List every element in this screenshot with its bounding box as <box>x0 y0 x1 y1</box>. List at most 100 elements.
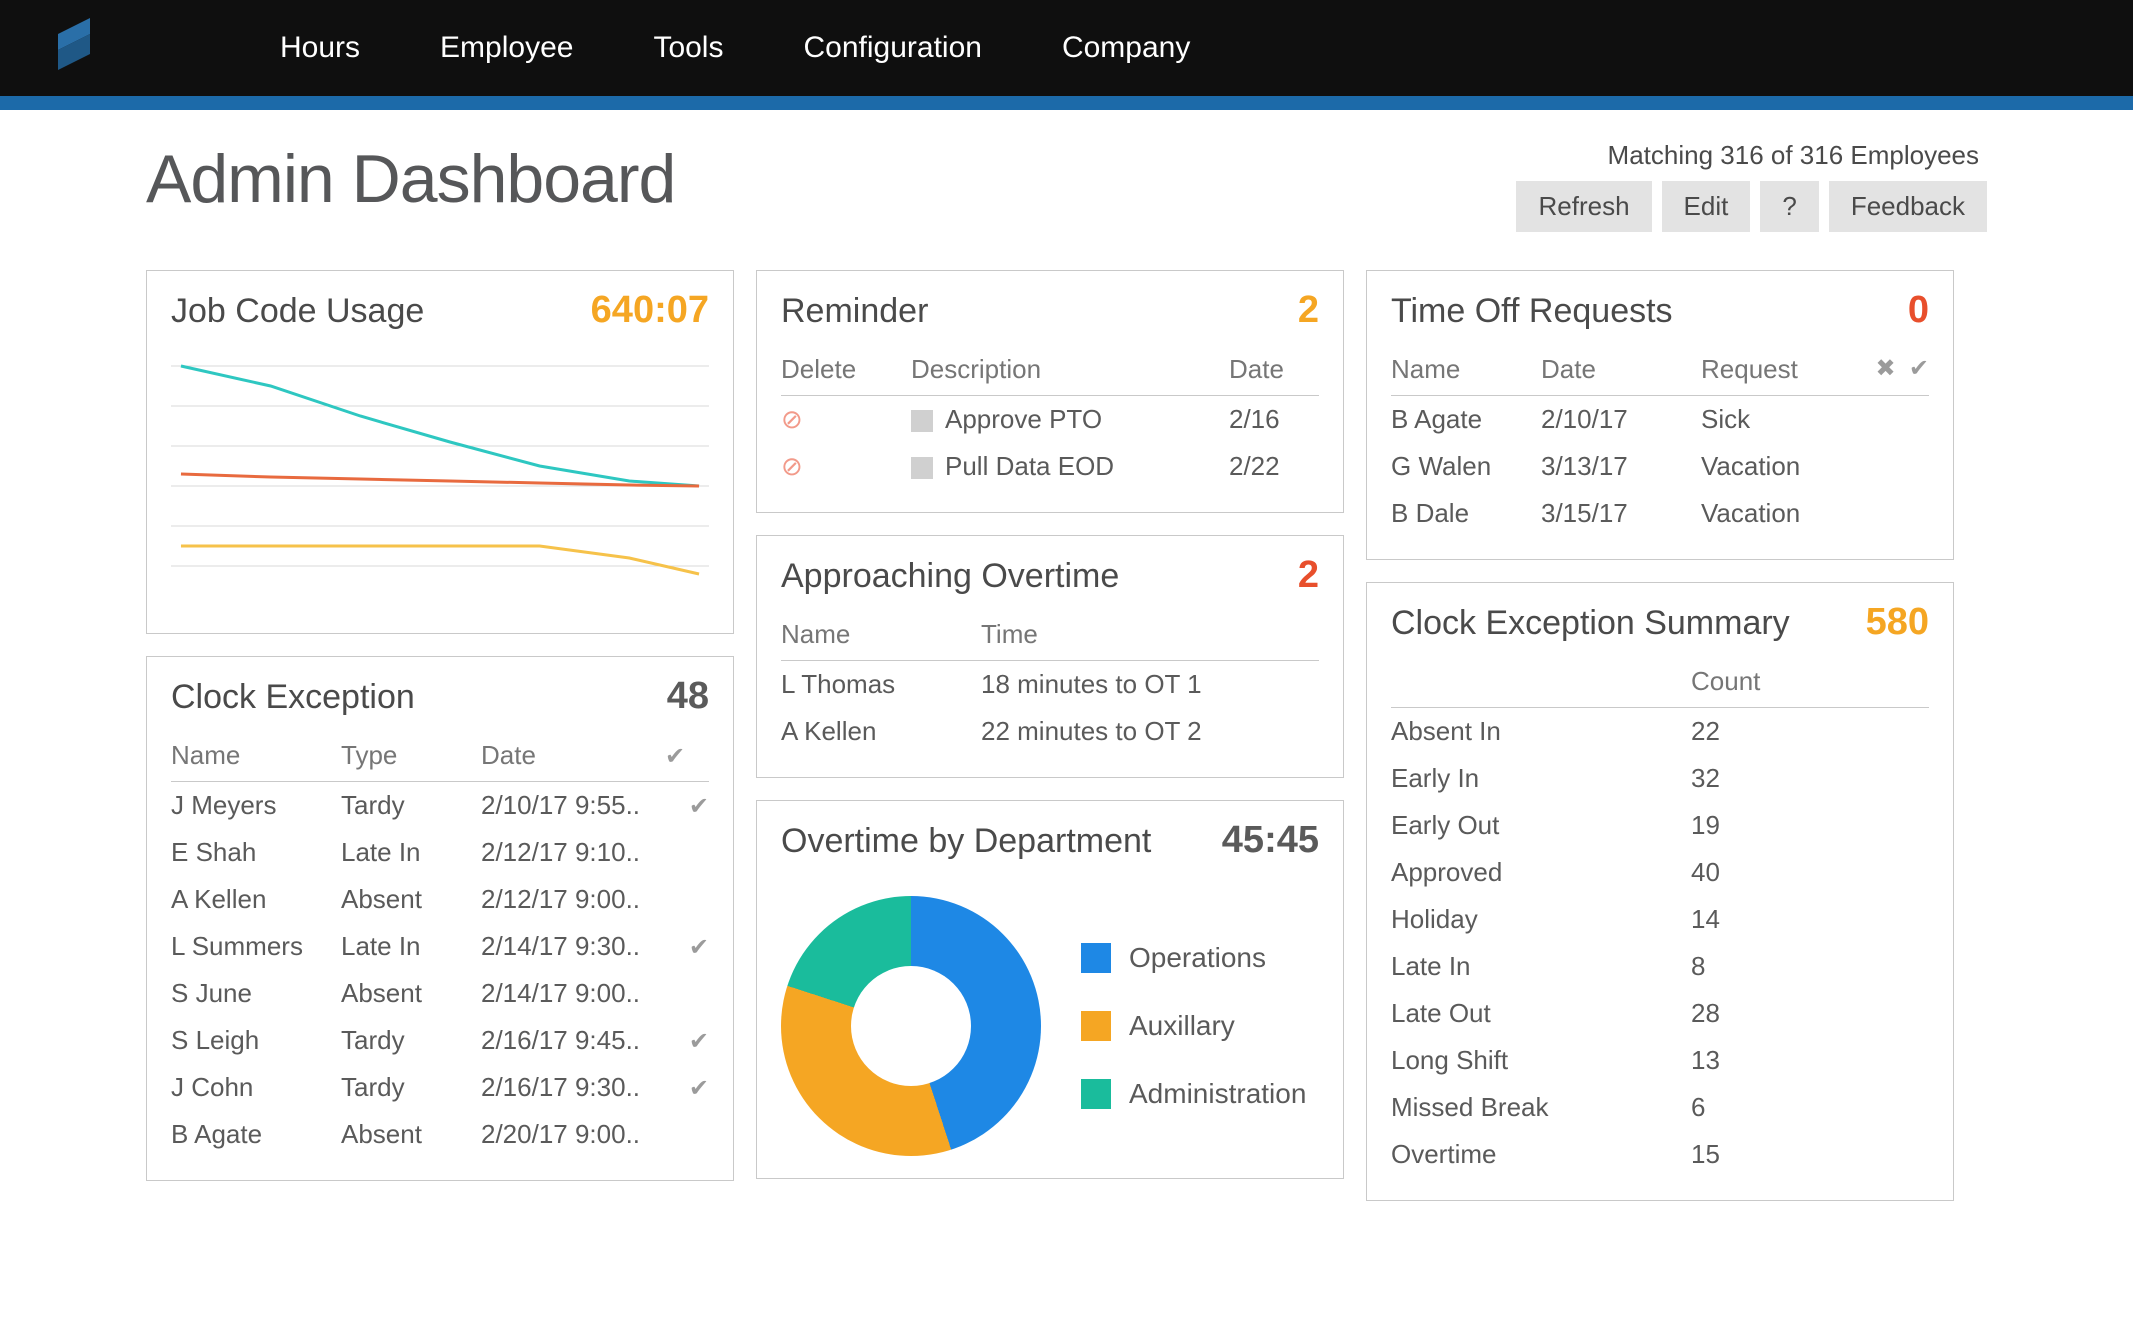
cell-check[interactable] <box>665 829 709 876</box>
cell-check[interactable]: ✔ <box>665 1017 709 1064</box>
table-row[interactable]: Approved40 <box>1391 849 1929 896</box>
panel-title: Clock Exception <box>171 678 415 717</box>
panel-clock-exception-summary: Clock Exception Summary 580 Count Absent… <box>1366 582 1954 1201</box>
panel-approaching-overtime: Approaching Overtime 2 Name Time L Thoma… <box>756 535 1344 778</box>
logo[interactable] <box>50 18 230 78</box>
nav-item-hours[interactable]: Hours <box>280 31 360 65</box>
reminder-table: Delete Description Date ⊘Approve PTO2/16… <box>781 346 1319 490</box>
table-row[interactable]: Missed Break6 <box>1391 1084 1929 1131</box>
th-time: Time <box>981 611 1319 661</box>
cell-label: Early Out <box>1391 802 1691 849</box>
table-row[interactable]: B Agate2/10/17Sick <box>1391 396 1929 444</box>
overtime-donut-chart <box>781 896 1041 1156</box>
cell-name: E Shah <box>171 829 341 876</box>
cell-type: Tardy <box>341 782 481 830</box>
table-row[interactable]: L SummersLate In2/14/17 9:30..✔ <box>171 923 709 970</box>
table-row[interactable]: B Dale3/15/17Vacation <box>1391 490 1929 537</box>
th-request: Request ✖ ✔ <box>1701 346 1929 396</box>
th-check: ✔ <box>665 732 709 782</box>
refresh-button[interactable]: Refresh <box>1516 181 1651 232</box>
cell-time: 22 minutes to OT 2 <box>981 708 1319 755</box>
panel-value: 45:45 <box>1222 819 1319 862</box>
cell-check[interactable]: ✔ <box>665 782 709 830</box>
th-date: Date <box>481 732 665 782</box>
clock-exception-summary-table: Count Absent In22Early In32Early Out19Ap… <box>1391 658 1929 1178</box>
nav-item-company[interactable]: Company <box>1062 31 1190 65</box>
panel-title: Overtime by Department <box>781 822 1151 861</box>
cell-check[interactable] <box>665 1111 709 1158</box>
th-blank <box>1391 658 1691 708</box>
legend-label: Auxillary <box>1129 1010 1235 1042</box>
header-row: Admin Dashboard Matching 316 of 316 Empl… <box>146 140 1987 232</box>
nav-item-employee[interactable]: Employee <box>440 31 573 65</box>
cell-check[interactable]: ✔ <box>665 1064 709 1111</box>
table-row[interactable]: Early In32 <box>1391 755 1929 802</box>
cell-delete[interactable]: ⊘ <box>781 443 911 490</box>
nav-item-configuration[interactable]: Configuration <box>803 31 981 65</box>
cell-count: 6 <box>1691 1084 1929 1131</box>
feedback-button[interactable]: Feedback <box>1829 181 1987 232</box>
help-button[interactable]: ? <box>1760 181 1818 232</box>
reject-icon[interactable]: ✖ <box>1875 355 1895 382</box>
panel-clock-exception: Clock Exception 48 Name Type Date ✔ J Me… <box>146 656 734 1181</box>
cell-date: 2/16 <box>1229 396 1319 444</box>
cell-count: 15 <box>1691 1131 1929 1178</box>
cell-name: J Meyers <box>171 782 341 830</box>
cell-request: Sick <box>1701 396 1929 444</box>
page-title: Admin Dashboard <box>146 140 675 218</box>
table-row[interactable]: Absent In22 <box>1391 708 1929 756</box>
line-series-teal <box>181 366 699 486</box>
table-row[interactable]: S JuneAbsent2/14/17 9:00.. <box>171 970 709 1017</box>
cell-name: B Agate <box>171 1111 341 1158</box>
panel-value: 640:07 <box>591 289 709 332</box>
checkbox-icon[interactable] <box>911 457 933 479</box>
table-row[interactable]: J MeyersTardy2/10/17 9:55.. ✔ <box>171 782 709 830</box>
approve-icon[interactable]: ✔ <box>1909 355 1929 382</box>
th-description: Description <box>911 346 1229 396</box>
legend-item-auxillary: Auxillary <box>1081 1010 1306 1042</box>
table-row[interactable]: A KellenAbsent2/12/17 9:00.. <box>171 876 709 923</box>
nav-item-tools[interactable]: Tools <box>653 31 723 65</box>
table-row[interactable]: S LeighTardy2/16/17 9:45..✔ <box>171 1017 709 1064</box>
checkbox-icon[interactable] <box>911 410 933 432</box>
table-row[interactable]: Holiday14 <box>1391 896 1929 943</box>
cell-date: 2/16/17 9:45.. <box>481 1017 665 1064</box>
table-row[interactable]: L Thomas18 minutes to OT 1 <box>781 661 1319 709</box>
header-buttons: Refresh Edit ? Feedback <box>1516 181 1987 232</box>
header-right: Matching 316 of 316 Employees Refresh Ed… <box>1516 140 1987 232</box>
dashboard-grid: Job Code Usage 640:07 <box>146 270 1987 1201</box>
edit-button[interactable]: Edit <box>1662 181 1751 232</box>
cell-check[interactable] <box>665 876 709 923</box>
cell-date: 2/10/17 9:55.. <box>481 782 665 830</box>
table-row[interactable]: Long Shift13 <box>1391 1037 1929 1084</box>
table-row[interactable]: A Kellen22 minutes to OT 2 <box>781 708 1319 755</box>
cell-date: 2/10/17 <box>1541 396 1701 444</box>
cell-name: S Leigh <box>171 1017 341 1064</box>
table-row[interactable]: Late Out28 <box>1391 990 1929 1037</box>
table-row[interactable]: Early Out19 <box>1391 802 1929 849</box>
table-row[interactable]: Overtime15 <box>1391 1131 1929 1178</box>
cell-label: Missed Break <box>1391 1084 1691 1131</box>
cell-type: Tardy <box>341 1064 481 1111</box>
check-icon: ✔ <box>689 1028 709 1055</box>
cell-description: Approve PTO <box>911 396 1229 444</box>
table-row[interactable]: J CohnTardy2/16/17 9:30..✔ <box>171 1064 709 1111</box>
cell-label: Long Shift <box>1391 1037 1691 1084</box>
cell-delete[interactable]: ⊘ <box>781 396 911 444</box>
table-row[interactable]: G Walen3/13/17Vacation <box>1391 443 1929 490</box>
cell-check[interactable]: ✔ <box>665 923 709 970</box>
cell-check[interactable] <box>665 970 709 1017</box>
table-row[interactable]: Late In8 <box>1391 943 1929 990</box>
cell-count: 22 <box>1691 708 1929 756</box>
cell-label: Absent In <box>1391 708 1691 756</box>
cell-label: Late Out <box>1391 990 1691 1037</box>
table-row[interactable]: E ShahLate In2/12/17 9:10.. <box>171 829 709 876</box>
cell-count: 40 <box>1691 849 1929 896</box>
th-name: Name <box>1391 346 1541 396</box>
check-icon: ✔ <box>689 793 709 820</box>
cell-count: 8 <box>1691 943 1929 990</box>
cell-name: L Summers <box>171 923 341 970</box>
col-3: Time Off Requests 0 Name Date Request ✖ … <box>1366 270 1954 1201</box>
check-icon: ✔ <box>665 743 685 770</box>
table-row[interactable]: B AgateAbsent2/20/17 9:00.. <box>171 1111 709 1158</box>
